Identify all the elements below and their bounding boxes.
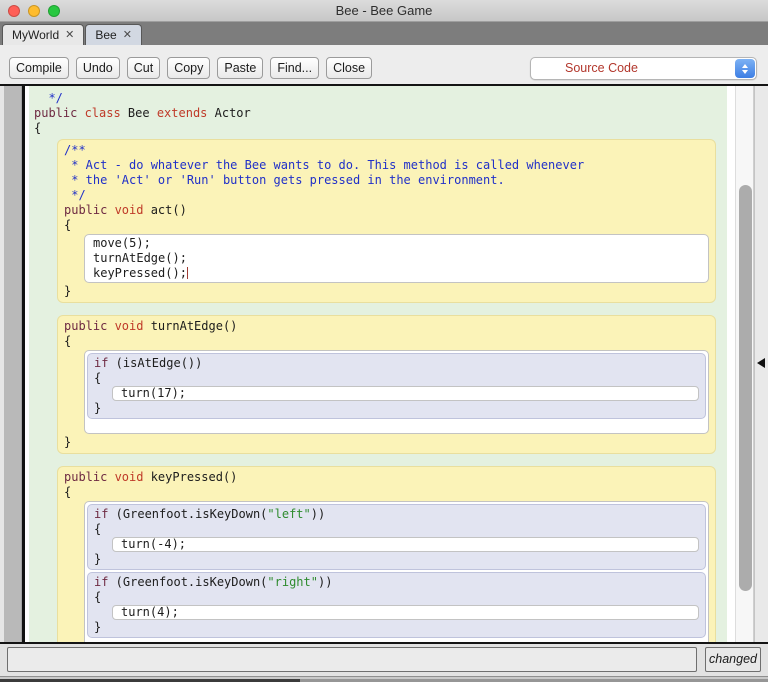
undo-button[interactable]: Undo <box>75 57 120 79</box>
class-frame[interactable]: */public class Bee extends Actor{ /** * … <box>29 86 727 642</box>
bottom-divider <box>0 676 768 677</box>
code-line: { <box>94 371 102 385</box>
act-header-lines: /** * Act - do whatever the Bee wants to… <box>64 143 711 233</box>
if-frame-keydown-left[interactable]: if (Greenfoot.isKeyDown("left")){ turn(-… <box>87 504 706 570</box>
text-caret <box>186 267 189 279</box>
turnatedge-header-lines: public void turnAtEdge(){ <box>64 319 711 349</box>
cut-button[interactable]: Cut <box>126 57 161 79</box>
changed-badge: changed <box>705 647 761 672</box>
code-line: { <box>64 218 72 232</box>
naviview-edge <box>754 86 768 642</box>
code-line: } <box>64 284 72 298</box>
act-close-line: } <box>64 284 711 299</box>
code-line: turn(-4); <box>121 537 187 551</box>
paste-button[interactable]: Paste <box>217 57 264 79</box>
tab-strip: MyWorld ✕ Bee ✕ <box>0 22 768 45</box>
close-button[interactable]: Close <box>326 57 373 79</box>
if-head-lines: if (isAtEdge()){ <box>94 356 701 386</box>
tab-close-icon[interactable]: ✕ <box>65 29 74 41</box>
scrollbar-thumb[interactable] <box>739 185 752 591</box>
act-body-lines: move(5); turnAtEdge(); keyPressed(); <box>93 236 704 281</box>
empty-slot[interactable] <box>87 640 706 642</box>
if-close-line: } <box>94 620 701 635</box>
code-line: public class Bee extends Actor <box>34 106 251 120</box>
code-line: if (isAtEdge()) <box>94 356 203 370</box>
toolbar: Compile Undo Cut Copy Paste Find... Clos… <box>0 45 768 84</box>
code-line: } <box>94 552 102 566</box>
tab-bee-label: Bee <box>95 28 117 42</box>
code-line: { <box>34 121 42 135</box>
code-line: } <box>94 401 102 415</box>
if-head-lines: if (Greenfoot.isKeyDown("left")){ <box>94 507 701 537</box>
vertical-scrollbar[interactable] <box>735 86 754 642</box>
tab-myworld[interactable]: MyWorld ✕ <box>2 24 85 45</box>
editor-left-gutter <box>4 86 22 642</box>
code-line: { <box>94 590 102 604</box>
turnatedge-body-box[interactable]: if (isAtEdge()){ turn(17); } <box>84 350 709 434</box>
code-line: /** <box>64 143 86 157</box>
tab-myworld-label: MyWorld <box>12 28 60 42</box>
code-line: */ <box>34 91 63 105</box>
class-header-lines: */public class Bee extends Actor{ <box>34 91 727 136</box>
status-message-field <box>7 647 697 672</box>
method-frame-act[interactable]: /** * Act - do whatever the Bee wants to… <box>57 139 716 303</box>
code-line: } <box>64 435 72 449</box>
code-line: turnAtEdge(); <box>93 251 187 265</box>
chevron-down-icon <box>742 69 748 74</box>
status-bar: changed <box>0 644 768 676</box>
if-head-lines: if (Greenfoot.isKeyDown("right")){ <box>94 575 701 605</box>
code-line: public void keyPressed() <box>64 470 238 484</box>
code-line: { <box>64 485 72 499</box>
tab-close-icon[interactable]: ✕ <box>123 29 132 41</box>
if-frame-keydown-right[interactable]: if (Greenfoot.isKeyDown("right")){ turn(… <box>87 572 706 638</box>
method-frame-keypressed[interactable]: public void keyPressed(){ if (Greenfoot.… <box>57 466 716 642</box>
keypressed-header-lines: public void keyPressed(){ <box>64 470 711 500</box>
keypressed-body-box[interactable]: if (Greenfoot.isKeyDown("left")){ turn(-… <box>84 501 709 642</box>
compile-button[interactable]: Compile <box>9 57 69 79</box>
view-selector-dropdown[interactable]: Source Code <box>530 57 757 80</box>
if-frame-isatedge[interactable]: if (isAtEdge()){ turn(17); } <box>87 353 706 419</box>
stmt-box-turn4[interactable]: turn(4); <box>112 605 699 620</box>
code-line: * Act - do whatever the Bee wants to do.… <box>64 158 585 172</box>
code-line: * the 'Act' or 'Run' button gets pressed… <box>64 173 505 187</box>
code-line: turn(17); <box>121 386 187 400</box>
stmt-lines: turn(-4); <box>121 538 694 551</box>
window-bottom-edge <box>0 676 768 682</box>
code-line: */ <box>64 188 86 202</box>
code-line: { <box>64 334 72 348</box>
editor-left-border <box>22 86 25 642</box>
act-body-box[interactable]: move(5); turnAtEdge(); keyPressed(); <box>84 234 709 283</box>
stmt-lines: turn(4); <box>121 606 694 619</box>
code-line: public void turnAtEdge() <box>64 319 238 333</box>
toolbar-buttons: Compile Undo Cut Copy Paste Find... Clos… <box>9 57 373 79</box>
stmt-lines: turn(17); <box>121 387 694 400</box>
code-line: } <box>94 620 102 634</box>
chevron-up-icon <box>742 63 748 68</box>
if-close-line: } <box>94 401 701 416</box>
copy-button[interactable]: Copy <box>167 57 211 79</box>
view-selector-value: Source Code <box>565 61 638 75</box>
stmt-box-turn-neg4[interactable]: turn(-4); <box>112 537 699 552</box>
window-title: Bee - Bee Game <box>335 3 433 18</box>
if-close-line: } <box>94 552 701 567</box>
code-line: turn(4); <box>121 605 179 619</box>
collapse-panel-icon[interactable] <box>757 358 765 368</box>
tab-bee[interactable]: Bee ✕ <box>85 24 142 45</box>
empty-slot[interactable] <box>87 421 706 433</box>
code-line: public void act() <box>64 203 187 217</box>
turnatedge-close-line: } <box>64 435 711 450</box>
code-editor: */public class Bee extends Actor{ /** * … <box>0 84 768 644</box>
titlebar: Bee - Bee Game <box>0 0 768 22</box>
code-line: if (Greenfoot.isKeyDown("right")) <box>94 575 333 589</box>
code-line: { <box>94 522 102 536</box>
dropdown-stepper-icon[interactable] <box>735 59 755 78</box>
stmt-box-turn17[interactable]: turn(17); <box>112 386 699 401</box>
method-frame-turnatedge[interactable]: public void turnAtEdge(){ if (isAtEdge()… <box>57 315 716 454</box>
find-button[interactable]: Find... <box>270 57 320 79</box>
code-line: keyPressed(); <box>93 266 189 280</box>
code-line: move(5); <box>93 236 151 250</box>
code-line: if (Greenfoot.isKeyDown("left")) <box>94 507 326 521</box>
